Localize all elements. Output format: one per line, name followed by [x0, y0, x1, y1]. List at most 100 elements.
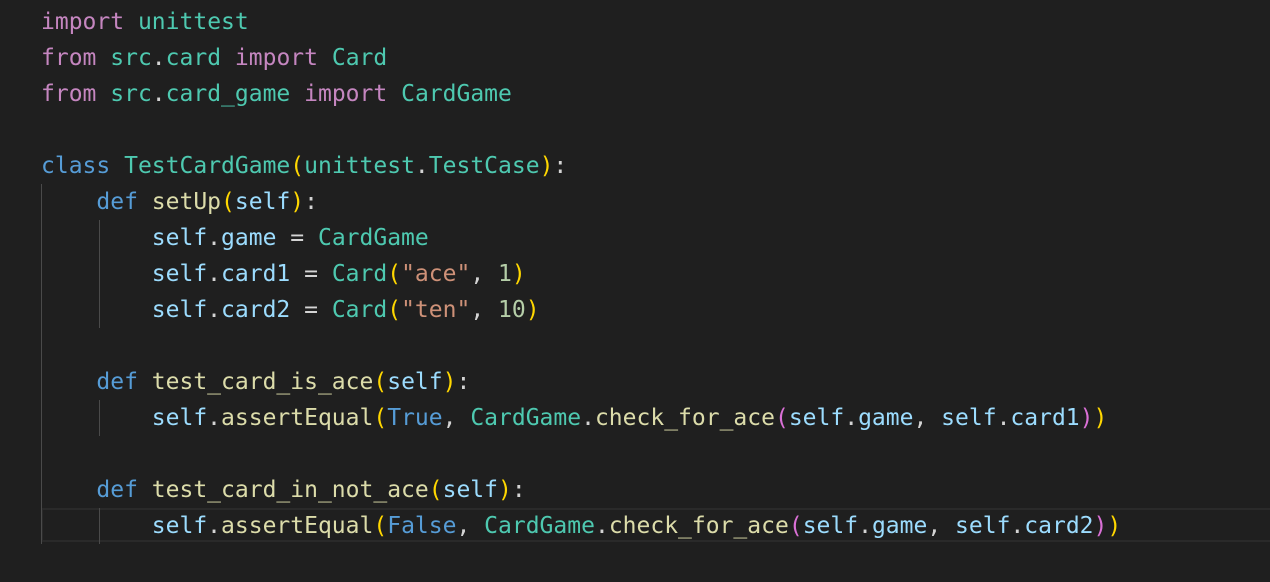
- code-token: .: [207, 297, 222, 323]
- code-token: TestCardGame: [124, 153, 291, 179]
- code-token: (: [387, 297, 402, 323]
- code-token: =: [276, 225, 318, 251]
- code-token: ): [442, 369, 457, 395]
- code-editor[interactable]: import unittest from src.card import Card…: [0, 0, 1270, 582]
- code-token: 10: [498, 297, 526, 323]
- code-token: CardGame: [470, 405, 582, 431]
- code-token: CardGame: [484, 513, 595, 539]
- code-token: :: [511, 477, 526, 503]
- code-token: ): [290, 189, 305, 215]
- code-token: (: [788, 513, 803, 539]
- code-token: :: [553, 153, 568, 179]
- code-token: src: [110, 45, 152, 71]
- code-token: .: [207, 261, 222, 287]
- code-token: test_card_is_ace: [151, 369, 374, 395]
- code-token: CardGame: [401, 81, 512, 107]
- code-token: self: [234, 189, 291, 215]
- code-token: self: [151, 297, 208, 323]
- code-token: unittest: [304, 153, 415, 179]
- code-token: Card: [331, 297, 388, 323]
- code-token: .: [151, 81, 166, 107]
- code-token: ,: [456, 513, 485, 539]
- code-token: self: [788, 405, 845, 431]
- code-token: .: [844, 405, 859, 431]
- code-line[interactable]: def test_card_in_not_ace(self):: [41, 472, 526, 508]
- code-token: import: [41, 9, 125, 35]
- code-token: .: [414, 153, 429, 179]
- code-token: self: [151, 513, 208, 539]
- code-line[interactable]: import unittest: [41, 4, 249, 40]
- code-token: (: [774, 405, 789, 431]
- code-token: (: [373, 405, 388, 431]
- code-line[interactable]: def setUp(self):: [41, 184, 318, 220]
- code-token: test_card_in_not_ace: [151, 477, 429, 503]
- code-token: import: [304, 81, 388, 107]
- code-token: self: [955, 513, 1011, 539]
- code-token: ): [1093, 405, 1108, 431]
- code-token: assertEqual: [221, 405, 374, 431]
- code-token: Card: [331, 261, 388, 287]
- code-token: .: [151, 45, 166, 71]
- code-token: import: [234, 45, 318, 71]
- code-token: ): [1093, 513, 1108, 539]
- code-line[interactable]: self.game = CardGame: [41, 220, 429, 256]
- code-token: game: [871, 513, 928, 539]
- code-line[interactable]: class TestCardGame(unittest.TestCase):: [41, 148, 567, 184]
- code-token: self: [151, 261, 208, 287]
- code-token: assertEqual: [221, 513, 374, 539]
- code-token: game: [221, 225, 277, 251]
- code-token: unittest: [137, 9, 249, 35]
- code-token: ): [539, 153, 554, 179]
- code-token: card2: [1024, 513, 1094, 539]
- code-token: ,: [927, 513, 956, 539]
- code-line[interactable]: def test_card_is_ace(self):: [41, 364, 470, 400]
- code-token: =: [290, 261, 332, 287]
- code-token: card: [165, 45, 222, 71]
- code-token: (: [428, 477, 443, 503]
- code-token: ): [511, 261, 526, 287]
- code-line[interactable]: from src.card import Card: [41, 40, 387, 76]
- code-token: "ten": [401, 297, 471, 323]
- code-token: self: [151, 405, 208, 431]
- code-token: self: [442, 477, 498, 503]
- code-token: game: [858, 405, 914, 431]
- code-token: self: [151, 225, 208, 251]
- code-line[interactable]: self.card2 = Card("ten", 10): [41, 292, 540, 328]
- code-token: =: [290, 297, 332, 323]
- code-line[interactable]: self.assertEqual(True, CardGame.check_fo…: [41, 400, 1108, 436]
- code-token: CardGame: [317, 225, 429, 251]
- code-token: card1: [1010, 405, 1080, 431]
- code-token: def: [96, 369, 138, 395]
- code-token: self: [802, 513, 859, 539]
- code-token: from: [41, 81, 97, 107]
- code-token: .: [207, 225, 222, 251]
- code-token: (: [290, 153, 305, 179]
- code-token: :: [304, 189, 319, 215]
- code-token: (: [373, 369, 388, 395]
- code-line[interactable]: from src.card_game import CardGame: [41, 76, 512, 112]
- code-token: (: [221, 189, 235, 215]
- code-token: check_for_ace: [594, 405, 775, 431]
- code-token: TestCase: [428, 153, 540, 179]
- code-token: ): [498, 477, 512, 503]
- code-token: ): [1079, 405, 1094, 431]
- code-line[interactable]: self.card1 = Card("ace", 1): [41, 256, 526, 292]
- code-line[interactable]: self.assertEqual(False, CardGame.check_f…: [41, 508, 1121, 544]
- code-token: 1: [498, 261, 512, 287]
- code-token: ,: [442, 405, 471, 431]
- code-token: card_game: [165, 81, 291, 107]
